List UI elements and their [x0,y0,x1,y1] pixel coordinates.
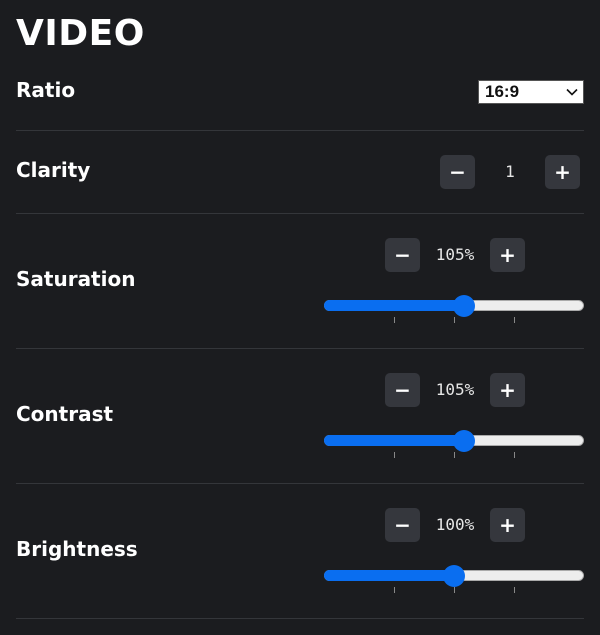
plus-icon: + [499,513,516,537]
saturation-label: Saturation [16,267,136,291]
saturation-value: 105% [435,245,475,264]
minus-icon: − [394,243,411,267]
plus-icon: + [499,243,516,267]
slider-tick [514,452,515,458]
brightness-decrement-button[interactable]: − [385,508,420,542]
slider-thumb[interactable] [443,565,465,587]
slider-tick [394,317,395,323]
saturation-decrement-button[interactable]: − [385,238,420,272]
ratio-select-value: 16:9 [485,82,520,101]
clarity-row: Clarity − 1 + [16,131,584,214]
brightness-row: Brightness − 100% + [16,484,584,619]
minus-icon: − [394,378,411,402]
minus-icon: − [449,160,466,184]
slider-tick [394,452,395,458]
slider-tick [394,587,395,593]
saturation-increment-button[interactable]: + [490,238,525,272]
slider-fill [324,300,464,311]
clarity-value: 1 [505,162,515,181]
contrast-value: 105% [435,380,475,399]
slider-thumb[interactable] [453,430,475,452]
slider-thumb[interactable] [453,295,475,317]
plus-icon: + [554,160,571,184]
clarity-decrement-button[interactable]: − [440,155,475,189]
slider-fill [324,570,454,581]
brightness-value: 100% [435,515,475,534]
clarity-increment-button[interactable]: + [545,155,580,189]
contrast-increment-button[interactable]: + [490,373,525,407]
brightness-increment-button[interactable]: + [490,508,525,542]
minus-icon: − [394,513,411,537]
slider-tick [454,317,455,323]
contrast-label: Contrast [16,402,114,426]
slider-tick [514,317,515,323]
slider-tick [454,587,455,593]
plus-icon: + [499,378,516,402]
slider-tick [454,452,455,458]
contrast-decrement-button[interactable]: − [385,373,420,407]
chevron-down-icon [566,88,578,96]
saturation-slider[interactable] [324,295,584,323]
ratio-select[interactable]: 16:9 [478,80,584,104]
brightness-label: Brightness [16,537,138,561]
contrast-row: Contrast − 105% + [16,349,584,484]
saturation-row: Saturation − 105% + [16,214,584,349]
slider-fill [324,435,464,446]
brightness-slider[interactable] [324,565,584,593]
section-title: VIDEO [16,13,145,54]
contrast-slider[interactable] [324,430,584,458]
slider-tick [514,587,515,593]
ratio-label: Ratio [16,78,76,102]
ratio-row: Ratio 16:9 [16,68,584,131]
clarity-label: Clarity [16,158,91,182]
